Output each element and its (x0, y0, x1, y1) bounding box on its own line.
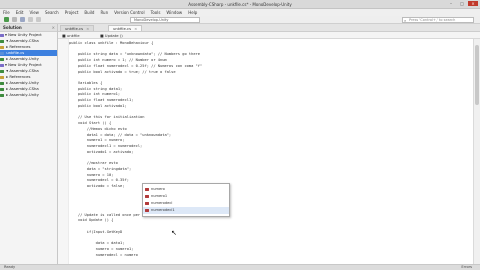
project-icon (0, 33, 4, 37)
maximize-button[interactable]: □ (457, 1, 467, 6)
menu-tools[interactable]: Tools (151, 10, 161, 15)
code-area[interactable]: public class unkfile : MonoBehaviour { p… (69, 41, 473, 264)
vertical-scrollbar[interactable] (473, 39, 480, 264)
close-icon[interactable]: × (134, 26, 137, 31)
tab-unkfile-1[interactable]: unkfile.cs × (60, 25, 95, 31)
search-input[interactable]: ⌕ Press 'Control+,' to search (402, 17, 474, 23)
status-bar: Ready Errors (0, 264, 480, 270)
tab-label: unkfile.cs (65, 26, 84, 31)
tree-item-label: ▾ Assembly-CSha (5, 38, 39, 43)
tree-item-label: ▸ References (5, 44, 31, 49)
menu-window[interactable]: Window (166, 10, 182, 15)
errors-pad-button[interactable]: Errors (461, 265, 472, 270)
menu-bar: File Edit View Search Project Build Run … (0, 9, 480, 16)
solution-tree-item[interactable]: ▸ Assembly-Unity (0, 92, 57, 98)
play-icon[interactable] (4, 17, 9, 22)
menu-file[interactable]: File (3, 10, 10, 15)
menu-version-control[interactable]: Version Control (114, 10, 144, 15)
minimize-button[interactable]: – (446, 1, 456, 6)
close-icon[interactable]: × (86, 26, 89, 31)
field-icon (145, 202, 149, 205)
tree-item-label: ▾ New Unity Project (5, 32, 42, 37)
tree-item-label: ▸ Assembly-Unity (5, 80, 39, 85)
project-icon (0, 81, 4, 85)
project-icon (0, 45, 4, 49)
project-icon (0, 51, 4, 55)
tab-label: unkfile.cs (113, 26, 132, 31)
completion-label: numero (151, 187, 165, 191)
stop-icon[interactable] (12, 17, 17, 22)
window-controls: – □ × (446, 1, 478, 6)
project-icon (0, 75, 4, 79)
mouse-cursor-icon: ↖ (171, 229, 177, 237)
editor-tabs: unkfile.cs × unkfile.cs × (58, 24, 480, 32)
run-configuration-dropdown[interactable]: MonoDevelop-Unity (130, 17, 200, 23)
project-icon (0, 39, 4, 43)
tree-item-label: unkfile.cs (5, 50, 25, 55)
title-bar: Assembly-CSharp - unkfile.cs* - MonoDeve… (0, 0, 480, 9)
save-icon[interactable] (28, 17, 33, 22)
menu-project[interactable]: Project (65, 10, 79, 15)
field-icon (145, 195, 149, 198)
search-placeholder: Press 'Control+,' to search (409, 18, 456, 22)
field-icon (145, 188, 149, 191)
code-completion-popup: numero numero1 numerodecl numerodecl1 (142, 183, 230, 217)
scrollbar-thumb[interactable] (475, 45, 479, 105)
class-selector[interactable]: ■ unkfile (62, 33, 80, 38)
tree-item-label: ▾ New Unity Project (5, 62, 42, 67)
project-icon (0, 93, 4, 97)
menu-view[interactable]: View (29, 10, 39, 15)
completion-item[interactable]: numero (143, 186, 229, 193)
solution-header: Solution × (0, 24, 57, 32)
undo-icon[interactable] (36, 17, 41, 22)
config-icon[interactable] (20, 17, 25, 22)
menu-search[interactable]: Search (45, 10, 59, 15)
window-title: Assembly-CSharp - unkfile.cs* - MonoDeve… (188, 2, 292, 7)
menu-run[interactable]: Run (100, 10, 108, 15)
close-icon[interactable]: × (52, 24, 55, 31)
field-icon (145, 209, 149, 212)
status-text: Ready (4, 265, 16, 269)
tree-item-label: ▸ Assembly-Unity (5, 92, 39, 97)
completion-item[interactable]: numero1 (143, 193, 229, 200)
line-gutter (58, 39, 69, 264)
method-selector[interactable]: ■ Update () (100, 33, 123, 38)
solution-title: Solution (3, 25, 22, 30)
tree-item-label: ▸ References (5, 74, 31, 79)
close-button[interactable]: × (468, 1, 478, 6)
solution-pane: Solution × ▾ New Unity Project ▾ Assembl… (0, 24, 58, 264)
project-icon (0, 87, 4, 91)
project-icon (0, 69, 4, 73)
completion-item[interactable]: numerodecl1 (143, 207, 229, 214)
solution-tree: ▾ New Unity Project ▾ Assembly-CSha ▸ Re… (0, 32, 57, 98)
project-icon (0, 57, 4, 61)
tab-unkfile-2[interactable]: unkfile.cs × (108, 25, 143, 31)
menu-build[interactable]: Build (84, 10, 94, 15)
completion-label: numerodecl1 (151, 208, 175, 212)
tree-item-label: ▸ Assembly-Unity (5, 56, 39, 61)
menu-help[interactable]: Help (188, 10, 197, 15)
project-icon (0, 63, 4, 67)
completion-item[interactable]: numerodecl (143, 200, 229, 207)
tree-item-label: ▸ Assembly-CSha (5, 86, 39, 91)
code-editor[interactable]: public class unkfile : MonoBehaviour { p… (58, 39, 473, 264)
tree-item-label: ▾ Assembly-CSha (5, 68, 39, 73)
menu-edit[interactable]: Edit (16, 10, 24, 15)
completion-label: numero1 (151, 194, 168, 198)
search-icon: ⌕ (404, 18, 407, 23)
completion-label: numerodecl (151, 201, 173, 205)
